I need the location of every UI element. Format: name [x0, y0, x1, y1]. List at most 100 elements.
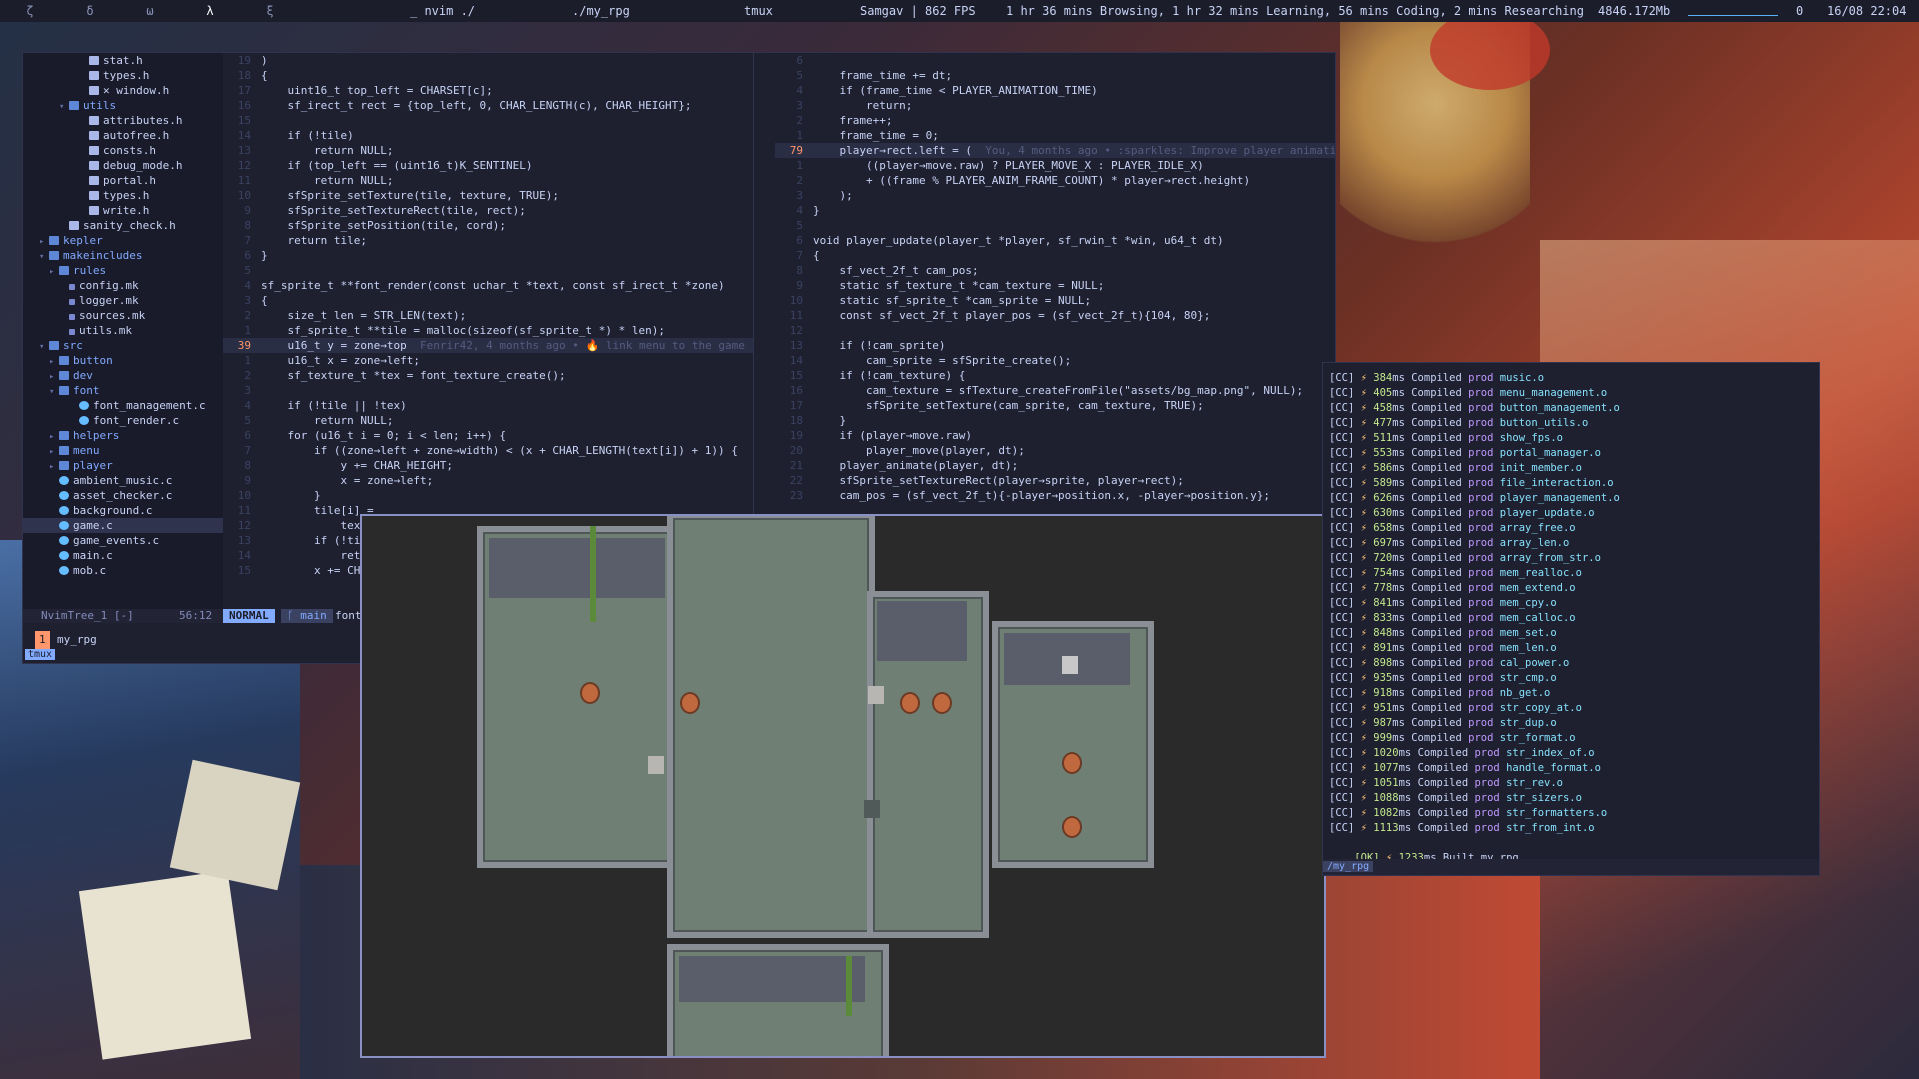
tree-item[interactable]: ▸ rules — [23, 263, 223, 278]
tree-item[interactable]: ✕ window.h — [23, 83, 223, 98]
code-line[interactable]: 3 — [223, 383, 753, 398]
tree-item[interactable]: ambient_music.c — [23, 473, 223, 488]
tmux-window-index[interactable]: 1 — [35, 631, 50, 649]
code-line[interactable]: 14 cam_sprite = sfSprite_create(); — [775, 353, 1335, 368]
code-line[interactable]: 2 size_t len = STR_LEN(text); — [223, 308, 753, 323]
code-line[interactable]: 12 if (top_left == (uint16_t)K_SENTINEL) — [223, 158, 753, 173]
tree-item[interactable]: font_management.c — [23, 398, 223, 413]
code-line[interactable]: 15 — [223, 113, 753, 128]
code-line[interactable]: 9 static sf_texture_t *cam_texture = NUL… — [775, 278, 1335, 293]
workspace-4[interactable]: λ — [180, 4, 240, 18]
tmux-window-name[interactable]: my_rpg — [57, 631, 97, 649]
code-line[interactable]: 12 — [775, 323, 1335, 338]
code-line[interactable]: 18 } — [775, 413, 1335, 428]
workspace-5[interactable]: ξ — [240, 4, 300, 18]
code-line[interactable]: 5 return NULL; — [223, 413, 753, 428]
code-line[interactable]: 20 player_move(player, dt); — [775, 443, 1335, 458]
code-line[interactable]: 8 sf_vect_2f_t cam_pos; — [775, 263, 1335, 278]
code-line[interactable]: 1 frame_time = 0; — [775, 128, 1335, 143]
code-line[interactable]: 7 if ((zone→left + zone→width) < (x + CH… — [223, 443, 753, 458]
workspace-3[interactable]: ω — [120, 4, 180, 18]
code-line[interactable]: 3{ — [223, 293, 753, 308]
code-line[interactable]: 7 return tile; — [223, 233, 753, 248]
tree-item[interactable]: types.h — [23, 68, 223, 83]
code-line[interactable]: 6 void player_update(player_t *player, sf… — [775, 233, 1335, 248]
code-line[interactable]: 1 ((player→move.raw) ? PLAYER_MOVE_X : P… — [775, 158, 1335, 173]
code-line[interactable]: 6} — [223, 248, 753, 263]
code-line[interactable]: 2 frame++; — [775, 113, 1335, 128]
code-line[interactable]: 8 y += CHAR_HEIGHT; — [223, 458, 753, 473]
tree-item[interactable]: game.c — [23, 518, 223, 533]
code-line[interactable]: 9 sfSprite_setTextureRect(tile, rect); — [223, 203, 753, 218]
tree-item[interactable]: game_events.c — [23, 533, 223, 548]
code-line[interactable]: 23 cam_pos = (sf_vect_2f_t){-player→posi… — [775, 488, 1335, 503]
code-line[interactable]: 22 sfSprite_setTextureRect(player→sprite… — [775, 473, 1335, 488]
code-line[interactable]: 5 — [775, 218, 1335, 233]
tree-item[interactable]: autofree.h — [23, 128, 223, 143]
code-line[interactable]: 2 + ((frame % PLAYER_ANIM_FRAME_COUNT) *… — [775, 173, 1335, 188]
code-line[interactable]: 17 uint16_t top_left = CHARSET[c]; — [223, 83, 753, 98]
code-line[interactable]: 3 return; — [775, 98, 1335, 113]
code-line[interactable]: 39 u16_t y = zone→top Fenrir42, 4 months… — [223, 338, 753, 353]
code-line[interactable]: 1 sf_sprite_t **tile = malloc(sizeof(sf_… — [223, 323, 753, 338]
tree-item[interactable]: sanity_check.h — [23, 218, 223, 233]
code-line[interactable]: 2 sf_texture_t *tex = font_texture_creat… — [223, 368, 753, 383]
code-line[interactable]: 4 sf_sprite_t **font_render(const uchar_t… — [223, 278, 753, 293]
code-line[interactable]: 19) — [223, 53, 753, 68]
tree-item[interactable]: ▸ player — [23, 458, 223, 473]
tree-item[interactable]: consts.h — [23, 143, 223, 158]
code-line[interactable]: 14 if (!tile) — [223, 128, 753, 143]
compile-log-window[interactable]: [CC] ⚡ 384ms Compiled prod music.o [CC] … — [1322, 362, 1820, 876]
code-line[interactable]: 6 — [775, 53, 1335, 68]
code-line[interactable]: 4 if (frame_time < PLAYER_ANIMATION_TIME… — [775, 83, 1335, 98]
code-line[interactable]: 4} — [775, 203, 1335, 218]
workspace-2[interactable]: δ — [60, 4, 120, 18]
code-line[interactable]: 5 — [223, 263, 753, 278]
code-line[interactable]: 79 player→rect.left = ( You, 4 months ag… — [775, 143, 1335, 158]
tree-item[interactable]: ▸ menu — [23, 443, 223, 458]
code-line[interactable]: 4 if (!tile || !tex) — [223, 398, 753, 413]
tree-item[interactable]: mob.c — [23, 563, 223, 578]
code-line[interactable]: 10 static sf_sprite_t *cam_sprite = NULL… — [775, 293, 1335, 308]
tree-item[interactable]: types.h — [23, 188, 223, 203]
code-line[interactable]: 6 for (u16_t i = 0; i < len; i++) { — [223, 428, 753, 443]
code-line[interactable]: 5 frame_time += dt; — [775, 68, 1335, 83]
tree-item[interactable]: portal.h — [23, 173, 223, 188]
code-line[interactable]: 16 cam_texture = sfTexture_createFromFil… — [775, 383, 1335, 398]
code-line[interactable]: 18 { — [223, 68, 753, 83]
code-line[interactable]: 19 if (player→move.raw) — [775, 428, 1335, 443]
code-line[interactable]: 3 ); — [775, 188, 1335, 203]
code-line[interactable]: 7{ — [775, 248, 1335, 263]
code-line[interactable]: 9 x = zone→left; — [223, 473, 753, 488]
tree-item[interactable]: utils.mk — [23, 323, 223, 338]
workspace-1[interactable]: ζ — [0, 4, 60, 18]
tree-item[interactable]: ▸ button — [23, 353, 223, 368]
tree-item[interactable]: stat.h — [23, 53, 223, 68]
tree-item[interactable]: logger.mk — [23, 293, 223, 308]
tree-item[interactable]: write.h — [23, 203, 223, 218]
code-line[interactable]: 11 const sf_vect_2f_t player_pos = (sf_v… — [775, 308, 1335, 323]
tree-item[interactable]: ▾ src — [23, 338, 223, 353]
tree-item[interactable]: sources.mk — [23, 308, 223, 323]
code-line[interactable]: 10 sfSprite_setTexture(tile, texture, TR… — [223, 188, 753, 203]
code-line[interactable]: 13 if (!cam_sprite) — [775, 338, 1335, 353]
tree-item[interactable]: ▾ utils — [23, 98, 223, 113]
code-line[interactable]: 13 return NULL; — [223, 143, 753, 158]
file-tree[interactable]: stat.h types.h ✕ window.h ▾ utils attributes.… — [23, 53, 223, 609]
tree-item[interactable]: debug_mode.h — [23, 158, 223, 173]
tree-item[interactable]: ▾ font — [23, 383, 223, 398]
tree-item[interactable]: ▸ kepler — [23, 233, 223, 248]
tree-item[interactable]: ▸ dev — [23, 368, 223, 383]
code-line[interactable]: 8 sfSprite_setPosition(tile, cord); — [223, 218, 753, 233]
notification-count[interactable]: 0 — [1796, 4, 1803, 18]
tree-item[interactable]: ▸ helpers — [23, 428, 223, 443]
game-window[interactable] — [360, 514, 1326, 1058]
code-line[interactable]: 11 return NULL; — [223, 173, 753, 188]
code-line[interactable]: 15 if (!cam_texture) { — [775, 368, 1335, 383]
code-line[interactable]: 21 player_animate(player, dt); — [775, 458, 1335, 473]
code-line[interactable]: 17 sfSprite_setTexture(cam_sprite, cam_t… — [775, 398, 1335, 413]
tree-item[interactable]: main.c — [23, 548, 223, 563]
tree-item[interactable]: attributes.h — [23, 113, 223, 128]
tree-item[interactable]: config.mk — [23, 278, 223, 293]
tree-item[interactable]: background.c — [23, 503, 223, 518]
